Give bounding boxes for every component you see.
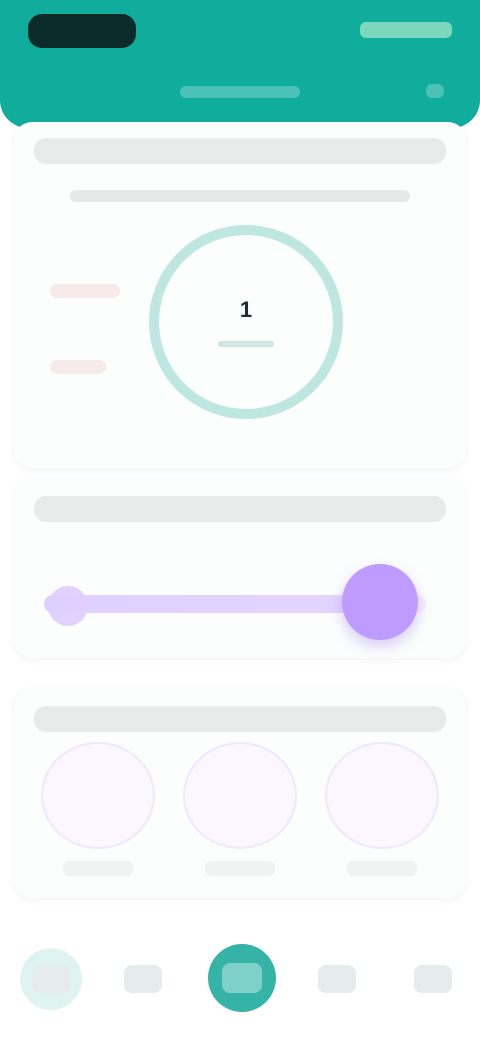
progress-subheader xyxy=(70,190,410,202)
progress-ring: 1 xyxy=(136,212,356,432)
tiles-card xyxy=(14,688,466,898)
header-title-line xyxy=(180,86,300,98)
header-action-icon[interactable] xyxy=(426,84,444,98)
nav-messages[interactable] xyxy=(306,948,368,1010)
tile-3[interactable] xyxy=(320,742,444,876)
bottom-navigation xyxy=(0,920,480,1040)
side-stat-bottom xyxy=(50,360,106,374)
tile-2[interactable] xyxy=(178,742,302,876)
side-stat-top xyxy=(50,284,120,298)
tile-3-label xyxy=(347,861,417,876)
progress-value: 1 xyxy=(239,297,253,322)
status-time-pill xyxy=(28,14,136,48)
progress-card: 1 xyxy=(14,122,466,468)
stats-icon xyxy=(124,965,162,993)
progress-sub-bar xyxy=(218,341,274,347)
messages-icon xyxy=(318,965,356,993)
tile-3-icon xyxy=(325,742,439,850)
slider-card xyxy=(14,478,466,658)
status-indicators xyxy=(360,22,452,38)
nav-home[interactable] xyxy=(20,948,82,1010)
center-action-icon xyxy=(222,963,262,993)
tile-1-icon xyxy=(41,742,155,850)
slider-section-header xyxy=(34,496,446,522)
nav-stats[interactable] xyxy=(112,948,174,1010)
slider-fill xyxy=(44,595,381,613)
tile-1-label xyxy=(63,861,133,876)
profile-icon xyxy=(414,965,452,993)
progress-ring-center: 1 xyxy=(136,212,356,432)
nav-profile[interactable] xyxy=(402,948,464,1010)
tiles-row xyxy=(36,742,444,876)
nav-center-action[interactable] xyxy=(208,944,276,1012)
tile-1[interactable] xyxy=(36,742,160,876)
tile-2-label xyxy=(205,861,275,876)
app-header xyxy=(0,0,480,128)
tiles-section-header xyxy=(34,706,446,732)
home-icon xyxy=(32,965,70,993)
slider-knob[interactable] xyxy=(342,564,419,640)
tile-2-icon xyxy=(183,742,297,850)
progress-section-header xyxy=(34,138,446,164)
